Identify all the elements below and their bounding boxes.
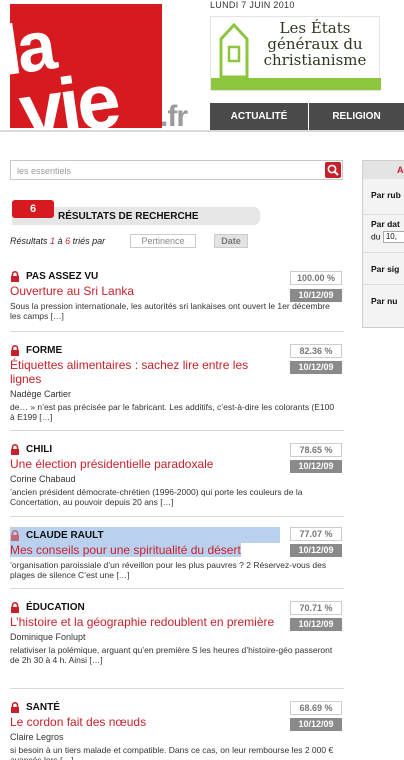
nav-actualite[interactable]: ACTUALITÉ [210, 103, 308, 130]
result-title-link[interactable]: Le cordon fait des nœuds [10, 715, 282, 729]
result-title-link[interactable]: Étiquettes alimentaires : sachez lire en… [10, 358, 282, 386]
results-list: PAS ASSEZ VU Ouverture au Sri Lanka Sous… [10, 268, 344, 760]
category-label: SANTÉ [26, 701, 60, 713]
relevance-score: 77.07 % [290, 527, 342, 541]
church-icon [219, 23, 249, 79]
logo-graphic: la vie [10, 5, 123, 128]
result-item: CLAUDE RAULT Mes conseils pour une spiri… [10, 517, 344, 589]
result-title-link[interactable]: Mes conseils pour une spiritualité du dé… [10, 543, 282, 557]
results-title: RÉSULTATS DE RECHERCHE [58, 211, 199, 222]
svg-text:vie: vie [14, 55, 123, 128]
lock-icon [11, 601, 19, 613]
filter-by-author[interactable]: Par sig [363, 253, 404, 285]
main-nav: ACTUALITÉ RELIGION [210, 103, 404, 130]
result-snippet: relativiser la polémique, arguant qu’en … [10, 645, 333, 665]
filter-by-issue[interactable]: Par nu [363, 285, 404, 317]
results-count-badge: 6 [12, 200, 54, 218]
refine-panel: A Par rub Par dat du 10, Par sig Par nu [362, 160, 404, 328]
lock-icon [11, 701, 19, 713]
lock-icon [11, 443, 19, 455]
sort-relevance-button[interactable]: Pertinence [130, 234, 196, 248]
result-snippet: si besoin à un tiers malade et compatibl… [10, 745, 334, 760]
result-snippet: de… » n’est pas précisée par le fabrican… [10, 402, 335, 422]
lock-icon [11, 270, 19, 282]
result-date: 10/12/09 [290, 618, 342, 631]
category-label: ÉDUCATION [26, 601, 85, 613]
la-vie-logo[interactable]: la vie [10, 4, 162, 128]
range-sep: à [55, 236, 66, 246]
category-label: PAS ASSEZ VU [26, 270, 99, 282]
range-suffix: triés par [70, 236, 106, 246]
lock-icon [11, 529, 19, 541]
result-item: ÉDUCATION L’histoire et la géographie re… [10, 589, 344, 689]
header-divider [0, 130, 404, 132]
category-label: CHILI [26, 443, 53, 455]
banner-green-bar [211, 78, 381, 90]
results-range: Résultats 1 à 6 triés par [10, 236, 105, 246]
category-label: CLAUDE RAULT [26, 529, 104, 541]
result-title-text: Mes conseils pour une spiritualité du dé… [10, 543, 241, 557]
relevance-score: 82.36 % [290, 344, 342, 358]
result-snippet: Sous la pression internationale, les aut… [10, 301, 330, 321]
result-author: Dominique Fonlupt [10, 632, 86, 642]
result-snippet: ’organisation paroissiale d’un réveillon… [10, 560, 327, 580]
result-author: Claire Legros [10, 732, 64, 742]
result-item: CHILI Une élection présidentielle parado… [10, 431, 344, 517]
result-date: 10/12/09 [290, 718, 342, 731]
result-date: 10/12/09 [290, 544, 342, 557]
category-label: FORME [26, 344, 63, 356]
refine-panel-title: A [363, 161, 404, 179]
result-item: PAS ASSEZ VU Ouverture au Sri Lanka Sous… [10, 268, 344, 332]
nav-religion[interactable]: RELIGION [309, 103, 404, 130]
result-item: SANTÉ Le cordon fait des nœuds Claire Le… [10, 689, 344, 760]
date-from-label: du [371, 231, 381, 242]
search-button[interactable] [325, 162, 341, 178]
lock-icon [11, 344, 19, 356]
date-from-input[interactable]: 10, [382, 231, 404, 243]
result-snippet: ’ancien président démocrate-chrétien (19… [10, 487, 303, 507]
result-category: CLAUDE RAULT [10, 527, 280, 543]
relevance-score: 100.00 % [290, 271, 342, 285]
search-icon [327, 164, 339, 176]
result-date: 10/12/09 [290, 361, 342, 374]
filter-by-date[interactable]: Par dat [363, 215, 404, 231]
result-title-link[interactable]: Ouverture au Sri Lanka [10, 284, 282, 298]
result-author: Nadège Cartier [10, 389, 72, 399]
result-author: Corine Chabaud [10, 474, 76, 484]
relevance-score: 70.71 % [290, 601, 342, 615]
date-from-field: du 10, [363, 231, 404, 253]
relevance-score: 78.65 % [290, 443, 342, 457]
result-title-link[interactable]: L’histoire et la géographie redoublent e… [10, 615, 282, 629]
sort-date-button[interactable]: Date [214, 234, 248, 248]
result-date: 10/12/09 [290, 460, 342, 473]
banner-text: Les États généraux du christianisme [263, 19, 367, 69]
search-box [10, 160, 343, 180]
result-title-link[interactable]: Une élection présidentielle paradoxale [10, 457, 282, 471]
logo-domain: .fr [160, 100, 188, 133]
current-date: LUNDI 7 JUIN 2010 [210, 0, 295, 10]
result-date: 10/12/09 [290, 289, 342, 302]
filter-by-section[interactable]: Par rub [363, 179, 404, 215]
search-input[interactable] [17, 163, 317, 178]
result-item: FORME Étiquettes alimentaires : sachez l… [10, 332, 344, 431]
range-prefix: Résultats [10, 236, 51, 246]
etats-generaux-banner[interactable]: Les États généraux du christianisme [210, 16, 381, 91]
relevance-score: 68.69 % [290, 701, 342, 715]
